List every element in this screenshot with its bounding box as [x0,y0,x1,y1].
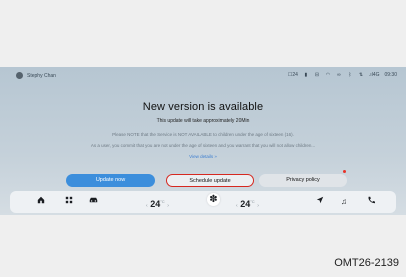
update-title: New version is available [142,101,264,113]
battery-icon: ▮ [304,72,308,78]
navigation-icon[interactable] [316,196,324,208]
network-label: .ıl4G [368,72,380,78]
clock: 09:30 [384,72,397,78]
figure-caption: OMT26-2139 [334,257,399,269]
schedule-update-button[interactable]: Schedule update [166,174,254,187]
apps-icon[interactable] [65,196,73,208]
music-icon[interactable]: ♫ [341,196,347,208]
phone-icon[interactable] [367,196,375,208]
head-unit-screen: Stephy Chan ☐24 ▮ ⊟ ◠ ∞ ᛒ ⇅ .ıl4G 09:30 … [0,67,406,215]
status-bar: Stephy Chan ☐24 ▮ ⊟ ◠ ∞ ᛒ ⇅ .ıl4G 09:30 [0,67,406,84]
left-temperature: 24 [150,199,161,209]
left-temperature-control[interactable]: ‹ 24°C › [146,196,169,212]
age-notice: Please NOTE that the Service is NOT AVAI… [112,132,294,137]
wifi-icon: ◠ [325,72,331,78]
notification-dot [343,170,346,173]
lock-icon: ⊟ [314,72,320,78]
bottom-dock: ‹ 24°C › ✽ ‹ 24°C › ♫ [10,191,396,213]
right-temperature-unit: °C [250,199,255,204]
fan-icon[interactable]: ✽ [207,193,220,206]
update-now-button[interactable]: Update now [66,174,155,187]
right-temp-decrease[interactable]: ‹ [236,203,238,209]
temperature-readout: ☐24 [287,72,298,78]
bluetooth-icon: ᛒ [348,72,352,78]
signal-icon: ⇅ [358,72,364,78]
right-temperature-control[interactable]: ‹ 24°C › [236,196,259,212]
avatar[interactable] [16,72,23,79]
right-temperature: 24 [240,199,251,209]
home-icon[interactable] [37,196,45,208]
privacy-policy-button[interactable]: Privacy policy [259,174,347,187]
left-temperature-unit: °C [160,199,165,204]
update-duration: This update will take approximately 20Mi… [156,118,250,124]
left-temp-decrease[interactable]: ‹ [146,203,148,209]
left-temp-increase[interactable]: › [167,203,169,209]
right-temp-increase[interactable]: › [257,203,259,209]
user-name[interactable]: Stephy Chan [27,73,56,79]
car-icon[interactable] [89,196,98,208]
status-icons: ☐24 ▮ ⊟ ◠ ∞ ᛒ ⇅ .ıl4G 09:30 [288,72,397,78]
view-details-link[interactable]: View details » [0,154,406,159]
user-commitment-notice: As a user, you commit that you are not u… [90,143,316,148]
link-icon: ∞ [337,72,341,78]
